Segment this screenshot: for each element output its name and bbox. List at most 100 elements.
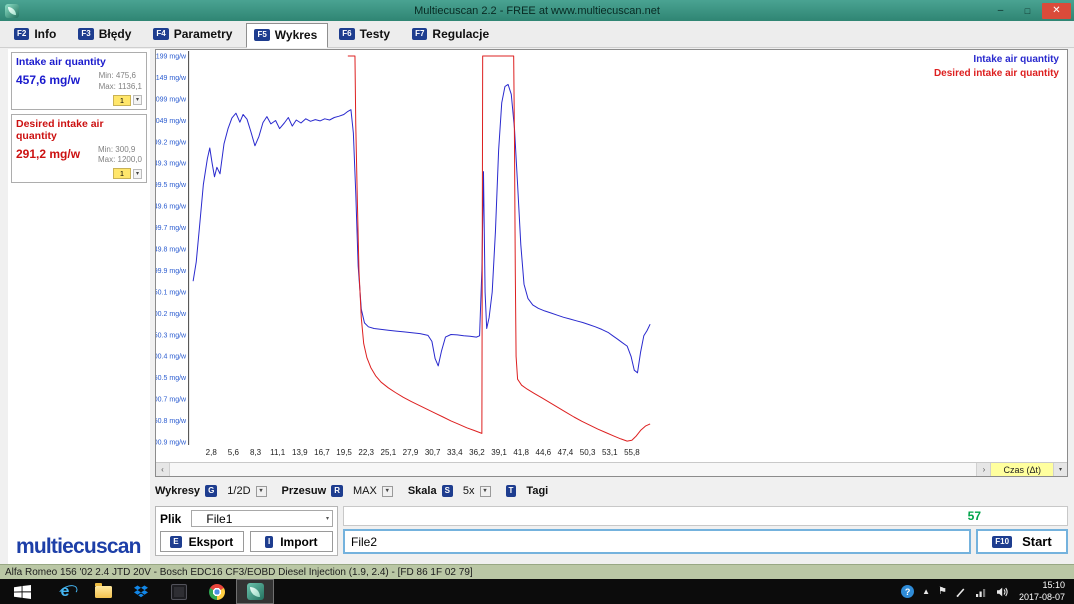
help-icon[interactable]: ? <box>901 585 914 598</box>
eksport-label: Eksport <box>189 535 234 549</box>
chevron-down-icon: ▾ <box>326 515 329 522</box>
chevron-down-icon[interactable]: ▾ <box>1053 463 1067 476</box>
network-icon[interactable] <box>975 586 988 598</box>
taskbar-item-file-explorer[interactable] <box>84 579 122 604</box>
import-button[interactable]: I Import <box>250 531 334 552</box>
svg-text:500.4 mg/w: 500.4 mg/w <box>156 354 187 361</box>
svg-text:699.9 mg/w: 699.9 mg/w <box>156 268 187 275</box>
svg-text:16,7: 16,7 <box>314 448 330 457</box>
internet-explorer-icon: e <box>61 584 70 600</box>
tab-parametry-label: Parametry <box>174 27 233 41</box>
file-right: 57 F10 Start <box>343 506 1068 556</box>
chevron-down-icon[interactable]: ▾ <box>256 486 267 497</box>
main-area: Intake air quantity 457,6 mg/w Min: 475,… <box>0 48 1074 564</box>
x-axis-mode-label[interactable]: Czas (Δt) <box>990 463 1053 476</box>
clock-time: 15:10 <box>1019 580 1065 591</box>
multiecuscan-icon <box>247 583 264 600</box>
i-keycap: I <box>265 536 273 548</box>
tagi-label[interactable]: Tagi <box>526 485 548 497</box>
pen-icon[interactable] <box>955 586 967 598</box>
tab-wykres[interactable]: F5 Wykres <box>246 23 328 48</box>
scroll-track[interactable] <box>170 463 976 476</box>
start-button-windows[interactable] <box>0 579 46 604</box>
file-area: Plik File1 ▾ E Eksport I Impo <box>155 506 1068 556</box>
svg-text:2,8: 2,8 <box>206 448 218 457</box>
counter-row: 57 <box>343 506 1068 526</box>
svg-text:799.7 mg/w: 799.7 mg/w <box>156 225 187 232</box>
skala-value[interactable]: 5x <box>463 485 475 497</box>
sample-counter: 57 <box>968 509 981 523</box>
channel-badge[interactable]: 1 <box>113 95 131 106</box>
tab-bledy[interactable]: F3 Błędy <box>70 22 142 47</box>
chevron-down-icon[interactable]: ▾ <box>133 95 142 105</box>
dark-app-icon <box>171 584 187 600</box>
svg-text:1099 mg/w: 1099 mg/w <box>156 96 187 103</box>
windows-logo-icon <box>14 585 32 599</box>
clock-date: 2017-08-07 <box>1019 592 1065 603</box>
f4-keycap: F4 <box>153 28 168 40</box>
file-select-value: File1 <box>206 512 232 526</box>
maximize-button[interactable]: □ <box>1015 3 1040 19</box>
file-select[interactable]: File1 ▾ <box>191 510 333 527</box>
show-hidden-icons-chevron[interactable]: ▲ <box>922 588 930 596</box>
svg-text:999.2 mg/w: 999.2 mg/w <box>156 139 187 146</box>
tab-info[interactable]: F2 Info <box>6 22 67 47</box>
wykresy-label: Wykresy <box>155 485 200 497</box>
folder-icon <box>95 586 112 598</box>
taskbar-item-dropbox[interactable] <box>122 579 160 604</box>
scroll-right-icon[interactable]: › <box>976 463 990 476</box>
parameter-panel: Intake air quantity 457,6 mg/w Min: 475,… <box>8 49 150 564</box>
filename-input[interactable] <box>343 529 971 554</box>
svg-text:25,1: 25,1 <box>381 448 397 457</box>
svg-text:899.5 mg/w: 899.5 mg/w <box>156 182 187 189</box>
param-intake-air[interactable]: Intake air quantity 457,6 mg/w Min: 475,… <box>11 52 147 110</box>
wykresy-value[interactable]: 1/2D <box>227 485 250 497</box>
taskbar-item-chrome[interactable] <box>198 579 236 604</box>
taskbar-item-media-app[interactable] <box>160 579 198 604</box>
param-name: Desired intake air quantity <box>16 118 142 142</box>
tab-parametry[interactable]: F4 Parametry <box>145 22 243 47</box>
param-value: 291,2 mg/w <box>16 147 80 161</box>
chart-legend: Intake air quantity Desired intake air q… <box>934 53 1059 81</box>
tab-regulacje-label: Regulacje <box>432 27 489 41</box>
tab-wykres-label: Wykres <box>275 28 317 42</box>
taskbar: e ? ▲ ⚑ <box>0 579 1074 604</box>
svg-text:33,4: 33,4 <box>447 448 463 457</box>
tab-info-label: Info <box>34 27 56 41</box>
chart-controls: Wykresy G 1/2D ▾ Przesuw R MAX ▾ Skala S… <box>155 480 1068 502</box>
action-center-flag-icon[interactable]: ⚑ <box>938 587 947 597</box>
param-name: Intake air quantity <box>16 56 142 68</box>
scroll-left-icon[interactable]: ‹ <box>156 463 170 476</box>
param-min: Min: 300,9 <box>98 145 142 156</box>
przesuw-label: Przesuw <box>282 485 327 497</box>
title-bar: Multiecuscan 2.2 - FREE at www.multiecus… <box>0 0 1074 21</box>
tab-testy[interactable]: F6 Testy <box>331 22 401 47</box>
start-button[interactable]: F10 Start <box>976 529 1068 554</box>
f2-keycap: F2 <box>14 28 29 40</box>
svg-text:450.5 mg/w: 450.5 mg/w <box>156 375 187 382</box>
chevron-down-icon[interactable]: ▾ <box>133 169 142 179</box>
channel-badge[interactable]: 1 <box>113 168 131 179</box>
tab-bledy-label: Błędy <box>99 27 132 41</box>
param-desired-intake-air[interactable]: Desired intake air quantity 291,2 mg/w M… <box>11 114 147 184</box>
chart-area: Intake air quantity Desired intake air q… <box>155 49 1068 564</box>
przesuw-value[interactable]: MAX <box>353 485 377 497</box>
taskbar-item-multiecuscan[interactable] <box>236 579 274 604</box>
eksport-button[interactable]: E Eksport <box>160 531 244 552</box>
taskbar-item-internet-explorer[interactable]: e <box>46 579 84 604</box>
f10-keycap: F10 <box>992 536 1012 548</box>
svg-text:949.3 mg/w: 949.3 mg/w <box>156 161 187 168</box>
svg-text:600.2 mg/w: 600.2 mg/w <box>156 311 187 318</box>
tab-regulacje[interactable]: F7 Regulacje <box>404 22 500 47</box>
app-window: Multiecuscan 2.2 - FREE at www.multiecus… <box>0 0 1074 604</box>
chevron-down-icon[interactable]: ▾ <box>480 486 491 497</box>
volume-icon[interactable] <box>996 586 1009 598</box>
svg-text:30,7: 30,7 <box>425 448 441 457</box>
chevron-down-icon[interactable]: ▾ <box>382 486 393 497</box>
close-button[interactable]: ✕ <box>1042 3 1071 19</box>
tab-testy-label: Testy <box>360 27 390 41</box>
chart-canvas[interactable]: 1199 mg/w1149 mg/w1099 mg/w1049 mg/w999.… <box>156 50 1067 462</box>
taskbar-clock[interactable]: 15:10 2017-08-07 <box>1017 580 1069 603</box>
svg-text:53,1: 53,1 <box>602 448 618 457</box>
minimize-button[interactable]: – <box>988 3 1013 19</box>
